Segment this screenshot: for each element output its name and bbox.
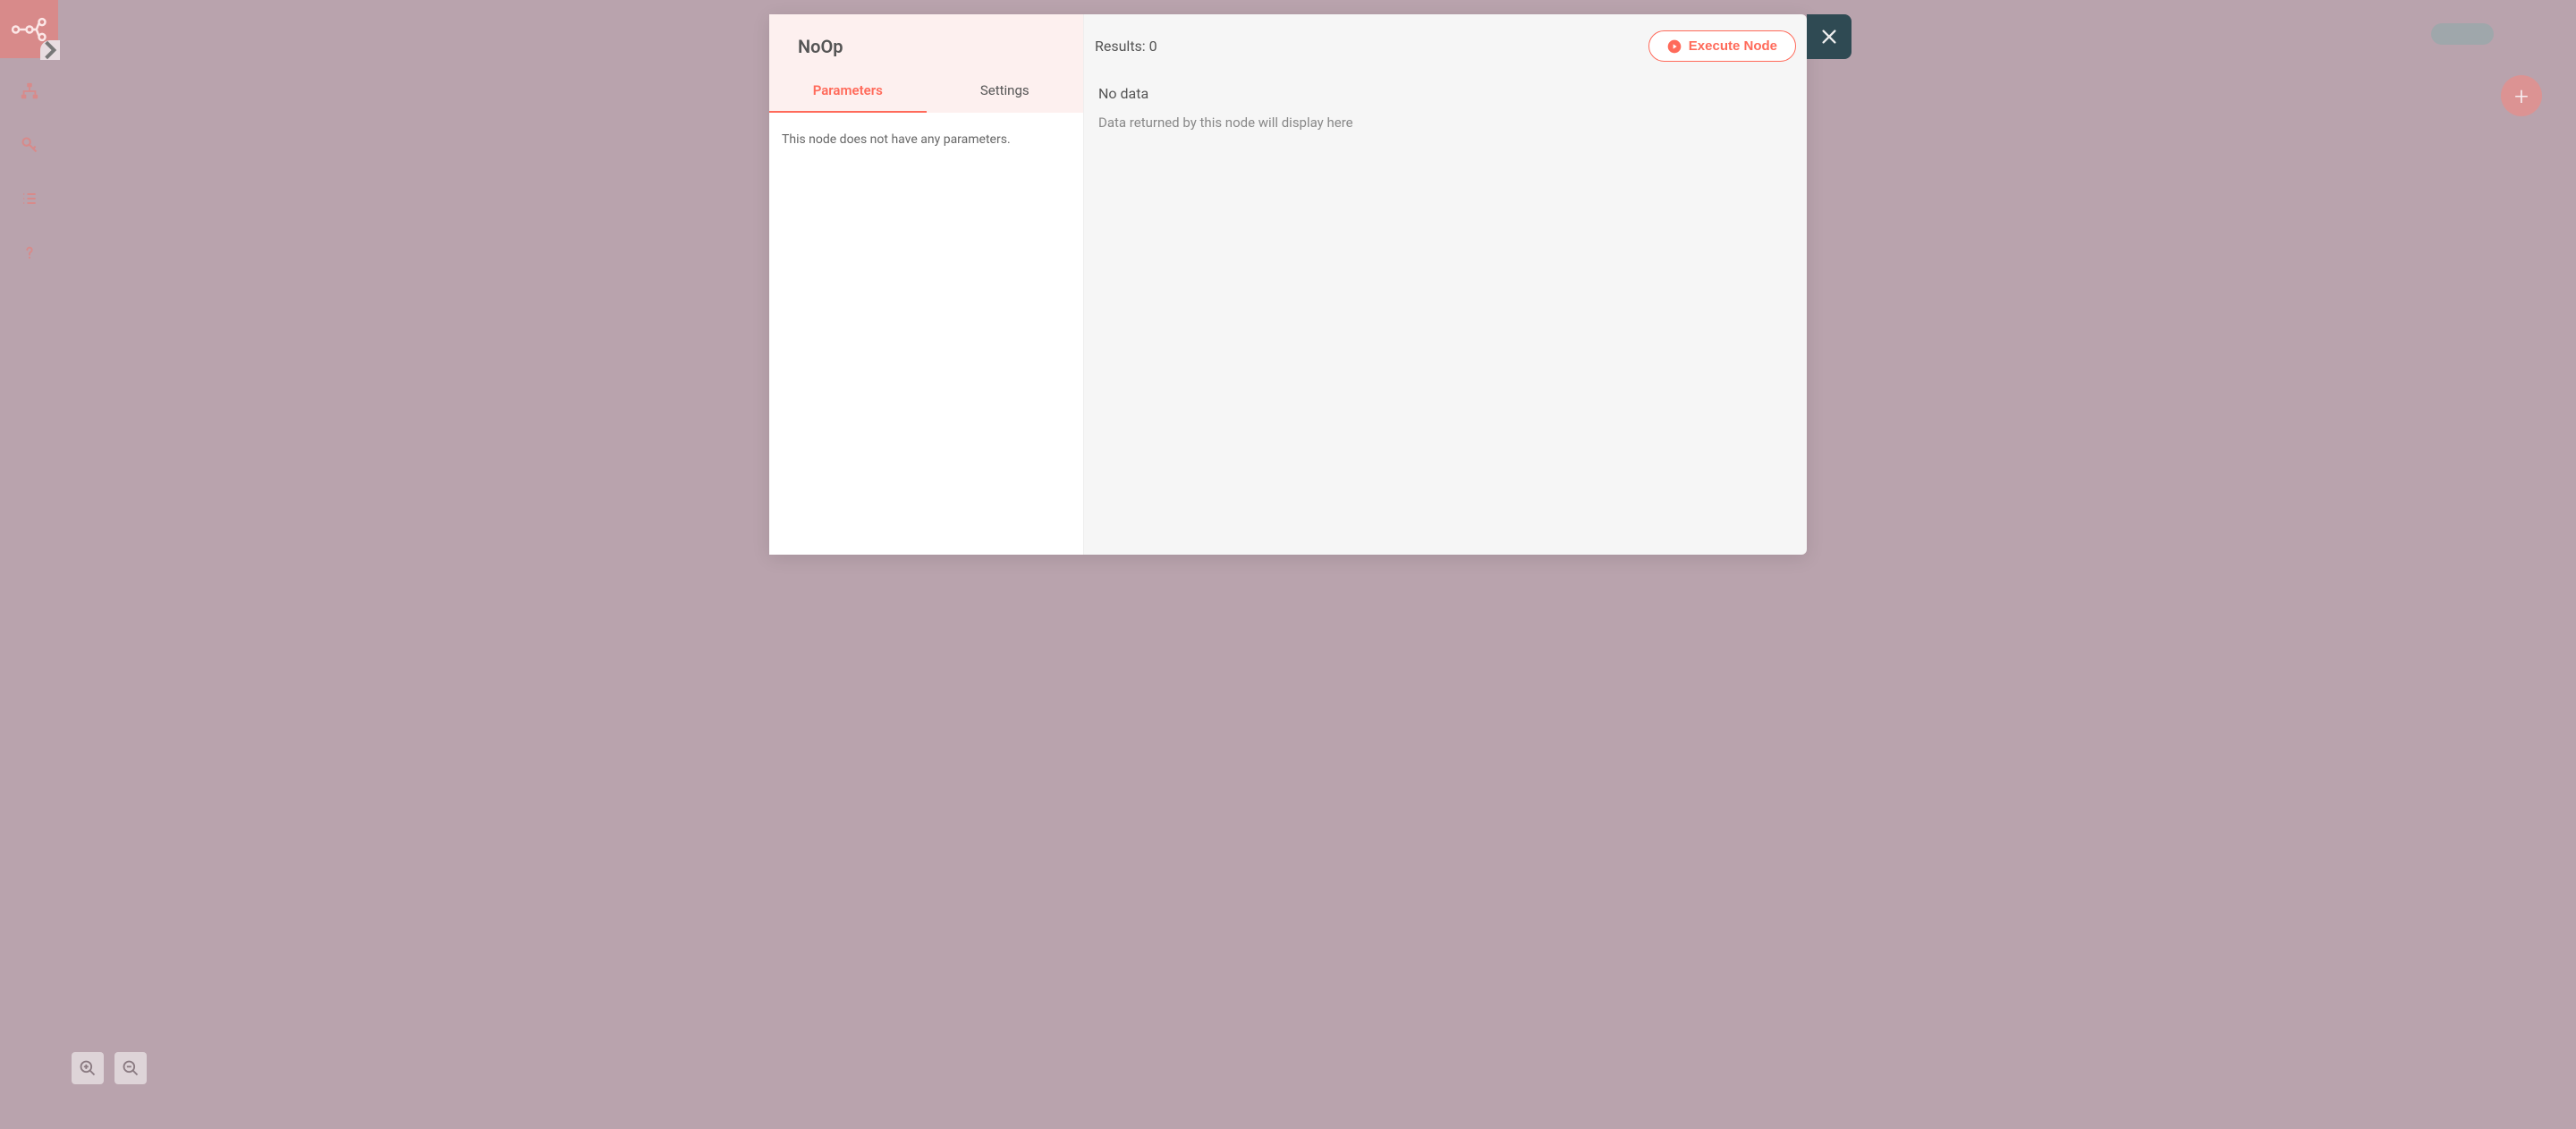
- zoom-in-button[interactable]: [72, 1052, 104, 1084]
- sidebar: [0, 0, 58, 1129]
- executions-icon[interactable]: [20, 189, 39, 208]
- results-label: Results: 0: [1095, 38, 1157, 55]
- status-pill: [2431, 23, 2494, 45]
- play-circle-icon: [1667, 39, 1682, 54]
- execute-node-button[interactable]: Execute Node: [1648, 30, 1796, 62]
- plus-icon: +: [2514, 81, 2529, 111]
- left-panel: NoOp Parameters Settings This node does …: [769, 14, 1084, 555]
- add-node-button[interactable]: +: [2501, 75, 2542, 116]
- no-data-label: No data: [1095, 71, 1796, 107]
- data-hint: Data returned by this node will display …: [1095, 107, 1796, 138]
- zoom-out-button[interactable]: [114, 1052, 147, 1084]
- close-button[interactable]: [1807, 14, 1852, 59]
- tab-settings[interactable]: Settings: [927, 72, 1084, 113]
- workflow-icon[interactable]: [20, 81, 39, 101]
- node-editor-modal: NoOp Parameters Settings This node does …: [769, 14, 1807, 555]
- app-logo[interactable]: [0, 0, 58, 58]
- help-icon[interactable]: [20, 242, 39, 262]
- credentials-icon[interactable]: [20, 135, 39, 155]
- close-icon: [1819, 27, 1839, 47]
- zoom-controls: [72, 1052, 147, 1084]
- panel-header: NoOp Parameters Settings: [769, 14, 1083, 113]
- right-panel: Results: 0 Execute Node No data Data ret…: [1084, 14, 1807, 555]
- tabs: Parameters Settings: [769, 72, 1083, 113]
- expand-sidebar-button[interactable]: [40, 40, 60, 60]
- parameters-body: This node does not have any parameters.: [769, 113, 1083, 555]
- tab-parameters[interactable]: Parameters: [769, 72, 927, 113]
- results-header: Results: 0 Execute Node: [1095, 30, 1796, 71]
- node-title: NoOp: [769, 36, 1083, 72]
- execute-node-label: Execute Node: [1689, 38, 1777, 54]
